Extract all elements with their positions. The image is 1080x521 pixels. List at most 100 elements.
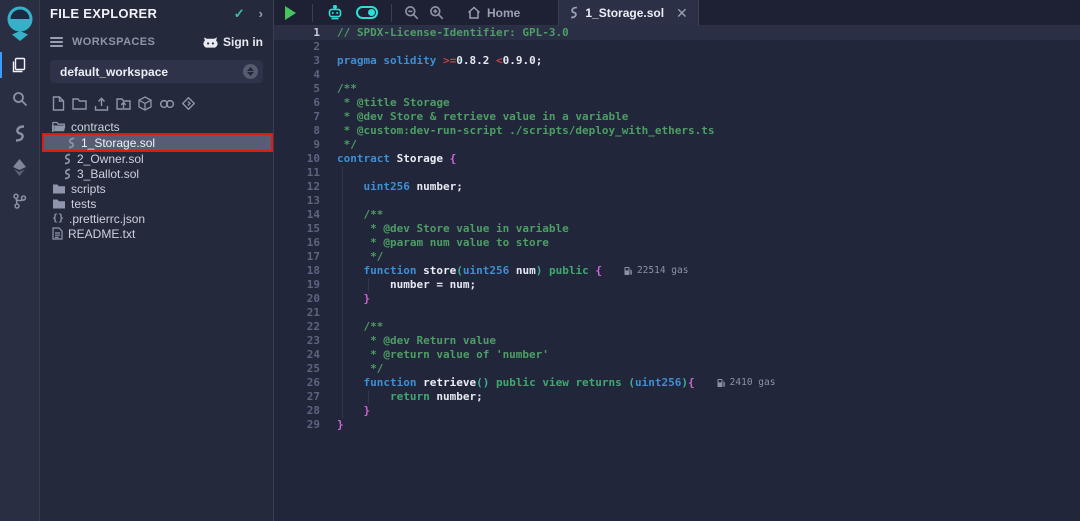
code-line-5[interactable]: 5/** — [274, 82, 1080, 96]
indent-guide — [368, 390, 369, 404]
code-line-12[interactable]: 12 uint256 number; — [274, 180, 1080, 194]
code-line-20[interactable]: 20 } — [274, 292, 1080, 306]
code-line-10[interactable]: 10contract Storage { — [274, 152, 1080, 166]
workspaces-menu-icon[interactable] — [50, 37, 63, 47]
line-content: function store(uint256 num) public {2251… — [320, 264, 688, 278]
workspace-dropdown[interactable]: default_workspace — [50, 60, 263, 83]
tree-item-scripts[interactable]: scripts — [40, 181, 273, 196]
tab-storage-sol[interactable]: 1_Storage.sol ✕ — [558, 0, 698, 26]
code-line-27[interactable]: 27 return number; — [274, 390, 1080, 404]
line-content: pragma solidity >=0.8.2 <0.9.0; — [320, 54, 542, 68]
sign-in-button[interactable]: Sign in — [203, 35, 263, 49]
workspace-stepper-icon[interactable] — [243, 64, 258, 79]
indent-guide — [368, 278, 369, 292]
git-icon[interactable] — [0, 184, 40, 218]
new-folder-icon[interactable] — [72, 97, 87, 110]
chevron-right-icon[interactable]: › — [259, 6, 263, 21]
run-script-icon[interactable] — [285, 0, 296, 26]
ai-assistant-icon[interactable] — [326, 0, 344, 26]
line-content: } — [320, 404, 370, 418]
tree-item-3-ballot-sol[interactable]: 3_Ballot.sol — [40, 166, 273, 181]
file-tree: contracts 1_Storage.sol2_Owner.sol3_Ballo… — [40, 119, 273, 241]
code-line-4[interactable]: 4 — [274, 68, 1080, 82]
tree-item-label: README.txt — [68, 227, 135, 241]
code-line-7[interactable]: 7 * @dev Store & retrieve value in a var… — [274, 110, 1080, 124]
code-line-1[interactable]: 1// SPDX-License-Identifier: GPL-3.0 — [274, 26, 1080, 40]
tree-item--prettierrc-json[interactable]: {}.prettierrc.json — [40, 211, 273, 226]
code-line-13[interactable]: 13 — [274, 194, 1080, 208]
code-line-28[interactable]: 28 } — [274, 404, 1080, 418]
search-icon[interactable] — [0, 82, 40, 116]
line-number: 23 — [274, 334, 320, 348]
line-content: /** — [320, 82, 357, 96]
code-line-16[interactable]: 16 * @param num value to store — [274, 236, 1080, 250]
code-line-25[interactable]: 25 */ — [274, 362, 1080, 376]
code-line-2[interactable]: 2 — [274, 40, 1080, 54]
file-explorer-icon[interactable] — [0, 48, 40, 82]
close-icon[interactable]: ✕ — [676, 6, 688, 20]
line-content: * @dev Return value — [320, 334, 496, 348]
github-icon — [203, 36, 218, 49]
line-number: 28 — [274, 404, 320, 418]
ipfs-icon[interactable] — [138, 96, 152, 111]
tree-item-1-storage-sol[interactable]: 1_Storage.sol — [44, 135, 271, 150]
solidity-icon — [569, 6, 579, 19]
zoom-in-icon[interactable] — [429, 0, 444, 26]
upload-file-icon[interactable] — [94, 97, 109, 111]
tree-item-contracts[interactable]: contracts — [40, 119, 273, 134]
code-editor[interactable]: 1// SPDX-License-Identifier: GPL-3.023pr… — [274, 26, 1080, 521]
remix-ide-window: FILE EXPLORER ✓ › WORKSPACES Sign in def… — [0, 0, 1080, 521]
code-line-29[interactable]: 29} — [274, 418, 1080, 432]
gist-icon[interactable] — [182, 97, 195, 110]
line-number: 3 — [274, 54, 320, 68]
workspaces-label: WORKSPACES — [72, 36, 203, 48]
link-icon[interactable] — [159, 98, 175, 110]
code-line-19[interactable]: 19 number = num; — [274, 278, 1080, 292]
tree-item-2-owner-sol[interactable]: 2_Owner.sol — [40, 151, 273, 166]
line-number: 10 — [274, 152, 320, 166]
tree-item-tests[interactable]: tests — [40, 196, 273, 211]
deploy-run-icon[interactable] — [0, 150, 40, 184]
solidity-compiler-icon[interactable] — [0, 116, 40, 150]
line-content: * @return value of 'number' — [320, 348, 549, 362]
upload-folder-icon[interactable] — [116, 97, 131, 110]
code-line-6[interactable]: 6 * @title Storage — [274, 96, 1080, 110]
tree-item-label: tests — [71, 197, 96, 211]
home-icon — [467, 6, 481, 19]
code-line-21[interactable]: 21 — [274, 306, 1080, 320]
tree-item-label: 1_Storage.sol — [81, 136, 155, 150]
maximize-toggle[interactable] — [350, 0, 384, 26]
zoom-out-icon[interactable] — [404, 0, 419, 26]
gas-estimate-badge: 2410 gas — [717, 376, 776, 390]
code-line-17[interactable]: 17 */ — [274, 250, 1080, 264]
code-line-24[interactable]: 24 * @return value of 'number' — [274, 348, 1080, 362]
tree-item-readme-txt[interactable]: README.txt — [40, 226, 273, 241]
code-line-22[interactable]: 22 /** — [274, 320, 1080, 334]
line-number: 22 — [274, 320, 320, 334]
code-line-8[interactable]: 8 * @custom:dev-run-script ./scripts/dep… — [274, 124, 1080, 138]
line-number: 21 — [274, 306, 320, 320]
line-content: */ — [320, 362, 383, 376]
line-content: // SPDX-License-Identifier: GPL-3.0 — [320, 26, 569, 40]
json-icon: {} — [52, 213, 64, 224]
line-content: */ — [320, 250, 383, 264]
remix-logo[interactable] — [0, 0, 40, 48]
line-content: */ — [320, 138, 357, 152]
tab-home[interactable]: Home — [455, 0, 532, 26]
code-line-18[interactable]: 18 function store(uint256 num) public {2… — [274, 264, 1080, 278]
code-line-9[interactable]: 9 */ — [274, 138, 1080, 152]
code-line-11[interactable]: 11 — [274, 166, 1080, 180]
new-file-icon[interactable] — [52, 96, 65, 111]
line-content — [320, 68, 337, 82]
editor-toolbar: Home 1_Storage.sol ✕ — [274, 0, 1080, 26]
code-line-23[interactable]: 23 * @dev Return value — [274, 334, 1080, 348]
tab-storage-label: 1_Storage.sol — [585, 6, 664, 20]
panel-header: FILE EXPLORER ✓ › — [40, 0, 273, 27]
code-line-26[interactable]: 26 function retrieve() public view retur… — [274, 376, 1080, 390]
activity-bar — [0, 0, 40, 521]
code-line-3[interactable]: 3pragma solidity >=0.8.2 <0.9.0; — [274, 54, 1080, 68]
line-number: 5 — [274, 82, 320, 96]
code-line-15[interactable]: 15 * @dev Store value in variable — [274, 222, 1080, 236]
check-icon[interactable]: ✓ — [234, 6, 245, 22]
code-line-14[interactable]: 14 /** — [274, 208, 1080, 222]
